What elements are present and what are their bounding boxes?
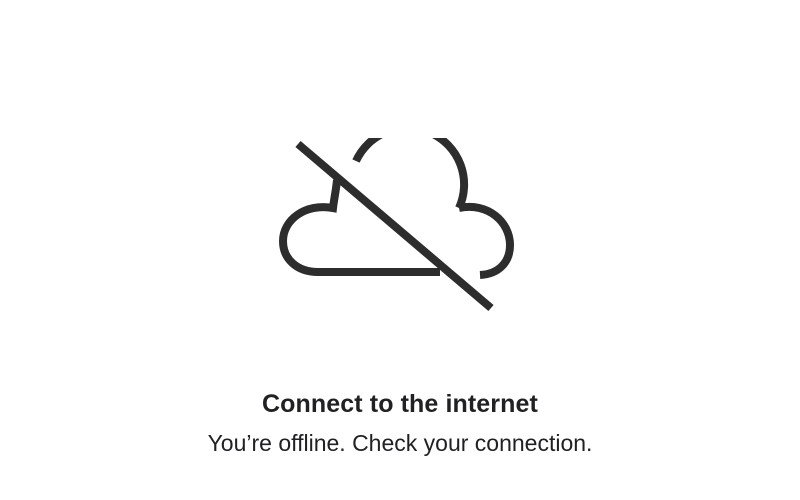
cloud-off-icon (278, 138, 515, 312)
offline-screen: Connect to the internet You’re offline. … (0, 0, 800, 500)
offline-message: You’re offline. Check your connection. (207, 430, 593, 456)
page-title: Connect to the internet (262, 390, 538, 418)
